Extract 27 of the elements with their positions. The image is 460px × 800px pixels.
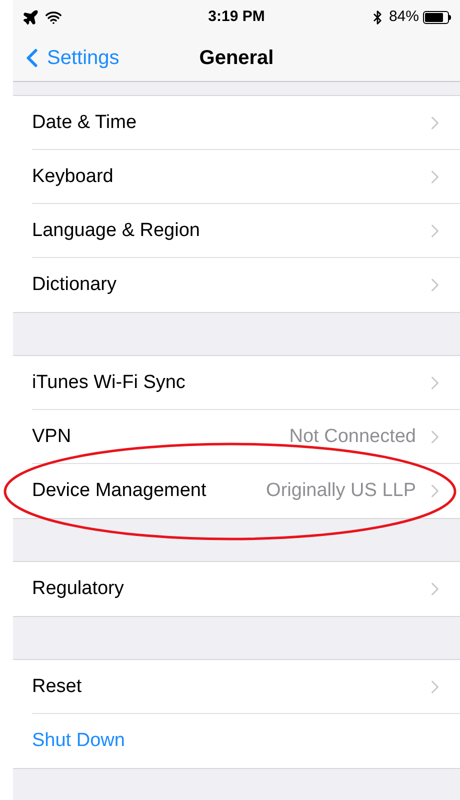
row-value: Not Connected bbox=[289, 424, 416, 449]
settings-row[interactable]: Language & Region bbox=[13, 204, 460, 258]
settings-row[interactable]: Reset bbox=[13, 660, 460, 714]
row-label: Keyboard bbox=[32, 164, 114, 189]
settings-row[interactable]: Dictionary bbox=[13, 258, 460, 312]
airplane-icon bbox=[22, 9, 39, 26]
row-label: Device Management bbox=[32, 478, 206, 503]
row-label: Reset bbox=[32, 674, 82, 699]
wifi-icon bbox=[45, 9, 62, 26]
settings-row[interactable]: VPN Not Connected bbox=[13, 410, 460, 464]
battery-icon bbox=[423, 11, 451, 24]
row-label: Shut Down bbox=[32, 728, 125, 753]
row-label: VPN bbox=[32, 424, 72, 449]
row-value: Originally US LLP bbox=[266, 478, 416, 503]
settings-row[interactable]: Device Management Originally US LLP bbox=[13, 464, 460, 518]
settings-row[interactable]: Keyboard bbox=[13, 150, 460, 204]
row-label: Dictionary bbox=[32, 272, 116, 297]
nav-title: General bbox=[199, 46, 274, 71]
settings-row[interactable]: Date & Time bbox=[13, 96, 460, 150]
settings-row[interactable]: iTunes Wi-Fi Sync bbox=[13, 356, 460, 410]
row-label: Language & Region bbox=[32, 218, 200, 243]
settings-row[interactable]: Regulatory bbox=[13, 562, 460, 616]
battery-percent: 84% bbox=[388, 7, 419, 28]
row-label: iTunes Wi-Fi Sync bbox=[32, 370, 186, 395]
row-label: Regulatory bbox=[32, 576, 124, 601]
status-time: 3:19 PM bbox=[208, 7, 265, 28]
row-label: Date & Time bbox=[32, 110, 137, 135]
